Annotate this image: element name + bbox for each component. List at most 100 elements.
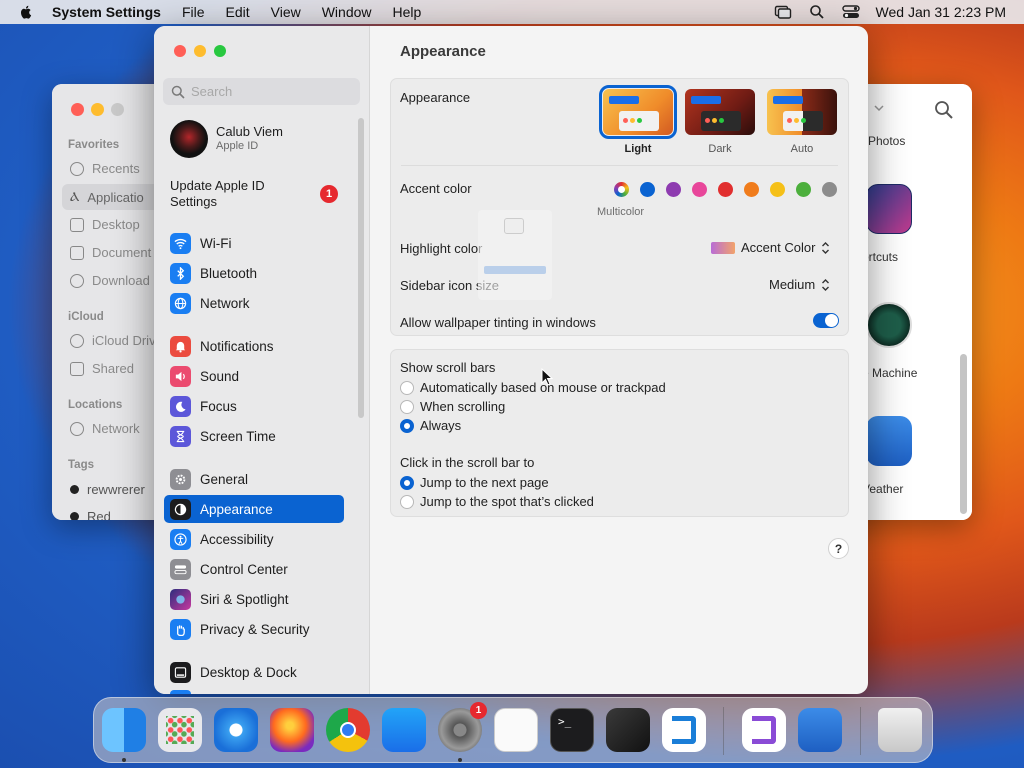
finder-app-photos[interactable]: Photos	[868, 134, 905, 148]
radio-button-selected[interactable]	[400, 418, 414, 433]
accent-yellow-swatch[interactable]	[770, 182, 785, 197]
finder-item-documents[interactable]: Document	[70, 245, 151, 260]
radio-button-selected[interactable]	[400, 475, 414, 490]
scroll-when-scrolling-radio[interactable]: When scrolling	[400, 399, 505, 414]
radio-button[interactable]	[400, 380, 414, 395]
weather-dock-icon[interactable]	[798, 708, 842, 752]
accent-graphite-swatch[interactable]	[822, 182, 837, 197]
sidebar-item-privacy-security[interactable]: Privacy & Security	[164, 615, 344, 643]
chevron-down-icon[interactable]	[874, 104, 884, 112]
finder-tag-2[interactable]: Red	[70, 509, 111, 520]
finder-tag-1[interactable]: rewwrerer	[70, 482, 145, 497]
finder-item-icloud-drive[interactable]: iCloud Driv	[70, 333, 156, 348]
finder-app-weather[interactable]: Veather	[862, 482, 903, 496]
shortcuts-app-icon[interactable]	[866, 184, 912, 234]
minimize-button[interactable]	[194, 45, 206, 57]
sidebar-item-general[interactable]: General	[164, 465, 344, 493]
accent-red-swatch[interactable]	[718, 182, 733, 197]
avatar[interactable]	[170, 120, 208, 158]
search-input[interactable]	[191, 84, 351, 99]
appearance-auto-label[interactable]: Auto	[762, 143, 842, 155]
sidebar-item-network[interactable]: Network	[164, 289, 344, 317]
help-button[interactable]: ?	[828, 538, 849, 559]
control-center-icon[interactable]	[841, 4, 860, 20]
menu-clock[interactable]: Wed Jan 31 2:23 PM	[876, 4, 1006, 20]
appearance-light-option[interactable]	[599, 85, 677, 139]
finder-minimize-button[interactable]	[91, 103, 104, 116]
firefox-dock-icon[interactable]	[270, 708, 314, 752]
vscode-dock-icon[interactable]	[662, 708, 706, 752]
sidebar-item-accessibility[interactable]: Accessibility	[164, 525, 344, 553]
apple-id-label[interactable]: Apple ID	[216, 140, 258, 152]
radio-button[interactable]	[400, 399, 414, 414]
chrome-dock-icon[interactable]	[326, 708, 370, 752]
sidebar-item-wifi[interactable]: Wi-Fi	[164, 229, 344, 257]
finder-item-recents[interactable]: Recents	[70, 161, 140, 176]
close-button[interactable]	[174, 45, 186, 57]
scroll-auto-radio[interactable]: Automatically based on mouse or trackpad	[400, 380, 666, 395]
menu-app-name[interactable]: System Settings	[52, 4, 161, 20]
finder-close-button[interactable]	[71, 103, 84, 116]
apple-menu-icon[interactable]	[18, 4, 34, 20]
finder-item-desktop[interactable]: Desktop	[70, 217, 140, 232]
sidebar-scrollbar[interactable]	[358, 118, 364, 418]
finder-item-applications[interactable]: Ⲁ Applicatio	[70, 189, 144, 205]
search-icon[interactable]	[934, 100, 954, 120]
sidebar-item-desktop-dock[interactable]: Desktop & Dock	[164, 658, 344, 686]
launchpad-dock-icon[interactable]	[158, 708, 202, 752]
trash-dock-icon[interactable]	[878, 708, 922, 752]
radio-button[interactable]	[400, 494, 414, 509]
app-store-dock-icon[interactable]	[382, 708, 426, 752]
zoom-button[interactable]	[214, 45, 226, 57]
sidebar-item-sound[interactable]: Sound	[164, 362, 344, 390]
finder-item-shared[interactable]: Shared	[70, 361, 134, 376]
finder-item-downloads[interactable]: Download	[70, 273, 150, 288]
accent-pink-swatch[interactable]	[692, 182, 707, 197]
finder-scrollbar[interactable]	[960, 354, 967, 514]
accent-color-label: Accent color	[400, 181, 472, 196]
sidebar-icon-size-popup[interactable]: Medium	[769, 277, 830, 292]
jump-to-spot-radio[interactable]: Jump to the spot that’s clicked	[400, 494, 594, 509]
screen-mirroring-icon[interactable]	[774, 4, 792, 20]
finder-item-network[interactable]: Network	[70, 421, 140, 436]
wallpaper-tinting-toggle[interactable]	[813, 313, 839, 328]
sidebar-item-focus[interactable]: Focus	[164, 392, 344, 420]
appearance-dark-label[interactable]: Dark	[680, 143, 760, 155]
garageband-dock-icon[interactable]	[606, 708, 650, 752]
accent-orange-swatch[interactable]	[744, 182, 759, 197]
sidebar-item-screen-time[interactable]: Screen Time	[164, 422, 344, 450]
finder-app-time-machine[interactable]: e Machine	[862, 366, 917, 380]
sidebar-item-notifications[interactable]: Notifications	[164, 332, 344, 360]
user-name[interactable]: Calub Viem	[216, 124, 283, 139]
menu-help[interactable]: Help	[393, 4, 422, 20]
appearance-light-label[interactable]: Light	[598, 143, 678, 155]
accent-multicolor-swatch[interactable]	[614, 182, 629, 197]
spotlight-icon[interactable]	[808, 4, 826, 20]
menu-window[interactable]: Window	[322, 4, 372, 20]
sidebar-item-siri-spotlight[interactable]: Siri & Spotlight	[164, 585, 344, 613]
appearance-dark-option[interactable]	[685, 89, 755, 135]
appearance-auto-option[interactable]	[767, 89, 837, 135]
search-field[interactable]	[163, 78, 360, 105]
terminal-dock-icon[interactable]: >_	[550, 708, 594, 752]
sidebar-item-appearance[interactable]: Appearance	[164, 495, 344, 523]
visual-studio-dock-icon[interactable]	[742, 708, 786, 752]
accent-blue-swatch[interactable]	[640, 182, 655, 197]
safari-dock-icon[interactable]	[214, 708, 258, 752]
menu-edit[interactable]: Edit	[226, 4, 250, 20]
jump-next-page-radio[interactable]: Jump to the next page	[400, 475, 549, 490]
menu-view[interactable]: View	[271, 4, 301, 20]
sidebar-item-control-center[interactable]: Control Center	[164, 555, 344, 583]
textedit-dock-icon[interactable]	[494, 708, 538, 752]
finder-dock-icon[interactable]	[102, 708, 146, 752]
menu-file[interactable]: File	[182, 4, 205, 20]
scroll-always-radio[interactable]: Always	[400, 418, 461, 433]
sidebar-item-bluetooth[interactable]: Bluetooth	[164, 259, 344, 287]
update-apple-id-item[interactable]: Update Apple ID Settings	[170, 178, 290, 210]
highlight-color-popup[interactable]: Accent Color	[711, 240, 830, 255]
accent-purple-swatch[interactable]	[666, 182, 681, 197]
finder-zoom-button[interactable]	[111, 103, 124, 116]
weather-app-icon[interactable]	[866, 416, 912, 466]
accent-green-swatch[interactable]	[796, 182, 811, 197]
time-machine-app-icon[interactable]	[866, 302, 912, 348]
